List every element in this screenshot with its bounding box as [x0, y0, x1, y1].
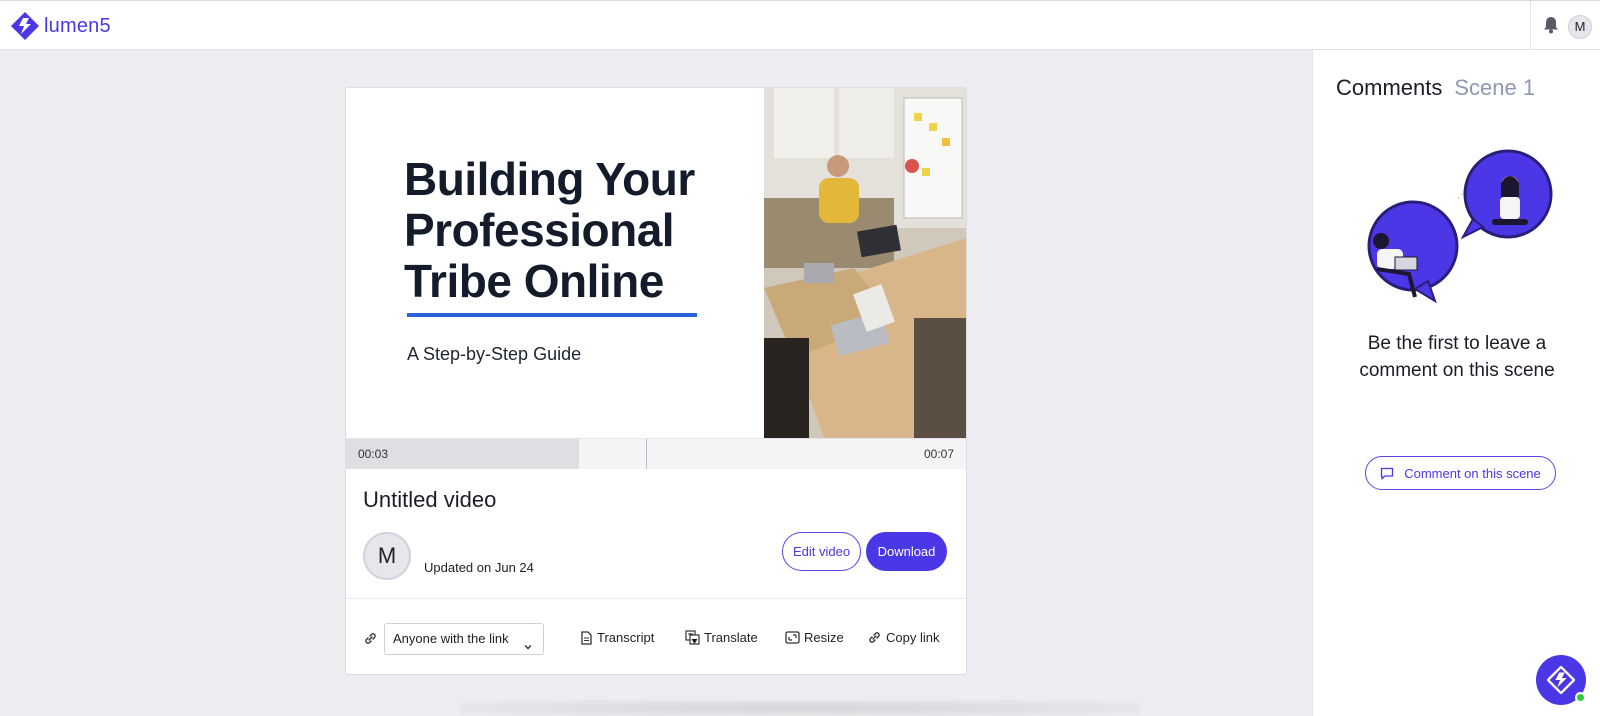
comments-illustration: [1367, 149, 1553, 304]
resize-icon: [785, 631, 800, 644]
comments-header: Comments Scene 1: [1336, 75, 1535, 101]
time-current: 00:03: [358, 447, 389, 461]
comments-title: Comments: [1336, 75, 1443, 100]
download-button[interactable]: Download: [866, 532, 947, 571]
meeting-photo: [764, 88, 966, 438]
time-total: 00:07: [923, 447, 954, 461]
video-title[interactable]: Untitled video: [363, 487, 496, 513]
copy-link-button[interactable]: Copy link: [867, 630, 939, 645]
preview-subtitle: A Step-by-Step Guide: [407, 344, 582, 364]
resize-label: Resize: [804, 630, 844, 645]
topbar-actions: M: [1530, 1, 1600, 50]
link-visibility-select[interactable]: Anyone with the link: [384, 623, 544, 655]
link-visibility-value: Anyone with the link: [393, 631, 509, 646]
preview-title-line: Professional: [404, 204, 675, 256]
comment-on-scene-label: Comment on this scene: [1404, 465, 1541, 481]
online-status-dot: [1575, 692, 1586, 703]
share-toolbar: Anyone with the link Transcript Translat…: [346, 623, 966, 655]
help-chat-button[interactable]: [1536, 655, 1586, 705]
translate-button[interactable]: Translate: [685, 630, 758, 645]
notifications-bell-icon[interactable]: [1543, 16, 1559, 39]
app-name: lumen5: [44, 14, 111, 37]
translate-icon: [685, 630, 700, 645]
bottom-shadow: [460, 700, 1140, 716]
video-preview[interactable]: Building Your Professional Tribe Online …: [346, 88, 966, 438]
resize-button[interactable]: Resize: [785, 630, 844, 645]
app-logo[interactable]: lumen5: [10, 11, 111, 41]
chevron-down-icon: [523, 633, 533, 663]
owner-avatar: M: [363, 532, 411, 580]
scene-label: Scene 1: [1454, 75, 1536, 100]
video-timeline[interactable]: 00:03 00:07: [346, 438, 966, 469]
translate-label: Translate: [704, 630, 758, 645]
lumen5-logo-icon: [1547, 666, 1575, 694]
transcript-label: Transcript: [597, 630, 655, 645]
divider: [346, 598, 966, 599]
top-bar: lumen5 M: [0, 0, 1600, 50]
comment-icon: [1381, 467, 1394, 480]
preview-title-line: Tribe Online: [404, 255, 664, 307]
comments-panel: Comments Scene 1 Be the first to leave a …: [1312, 50, 1600, 716]
edit-video-button[interactable]: Edit video: [782, 532, 861, 571]
preview-title: Building Your Professional Tribe Online: [404, 154, 695, 307]
preview-title-line: Building Your: [404, 153, 695, 205]
copy-link-label: Copy link: [886, 630, 940, 645]
title-underline: [407, 313, 697, 317]
link-icon: [363, 631, 378, 651]
timeline-scene-divider: [646, 439, 647, 469]
video-card: Building Your Professional Tribe Online …: [345, 87, 967, 675]
empty-comments-text: Be the first to leave a comment on this …: [1359, 333, 1555, 381]
comment-on-scene-button[interactable]: Comment on this scene: [1365, 456, 1556, 490]
document-icon: [581, 630, 592, 645]
lumen5-logo-icon: [11, 12, 39, 40]
user-avatar[interactable]: M: [1568, 15, 1592, 39]
updated-date: Updated on Jun 24: [424, 560, 534, 575]
transcript-button[interactable]: Transcript: [580, 630, 654, 645]
empty-comments-message: Be the first to leave a comment on this …: [1313, 330, 1600, 384]
link-icon: [869, 632, 880, 643]
